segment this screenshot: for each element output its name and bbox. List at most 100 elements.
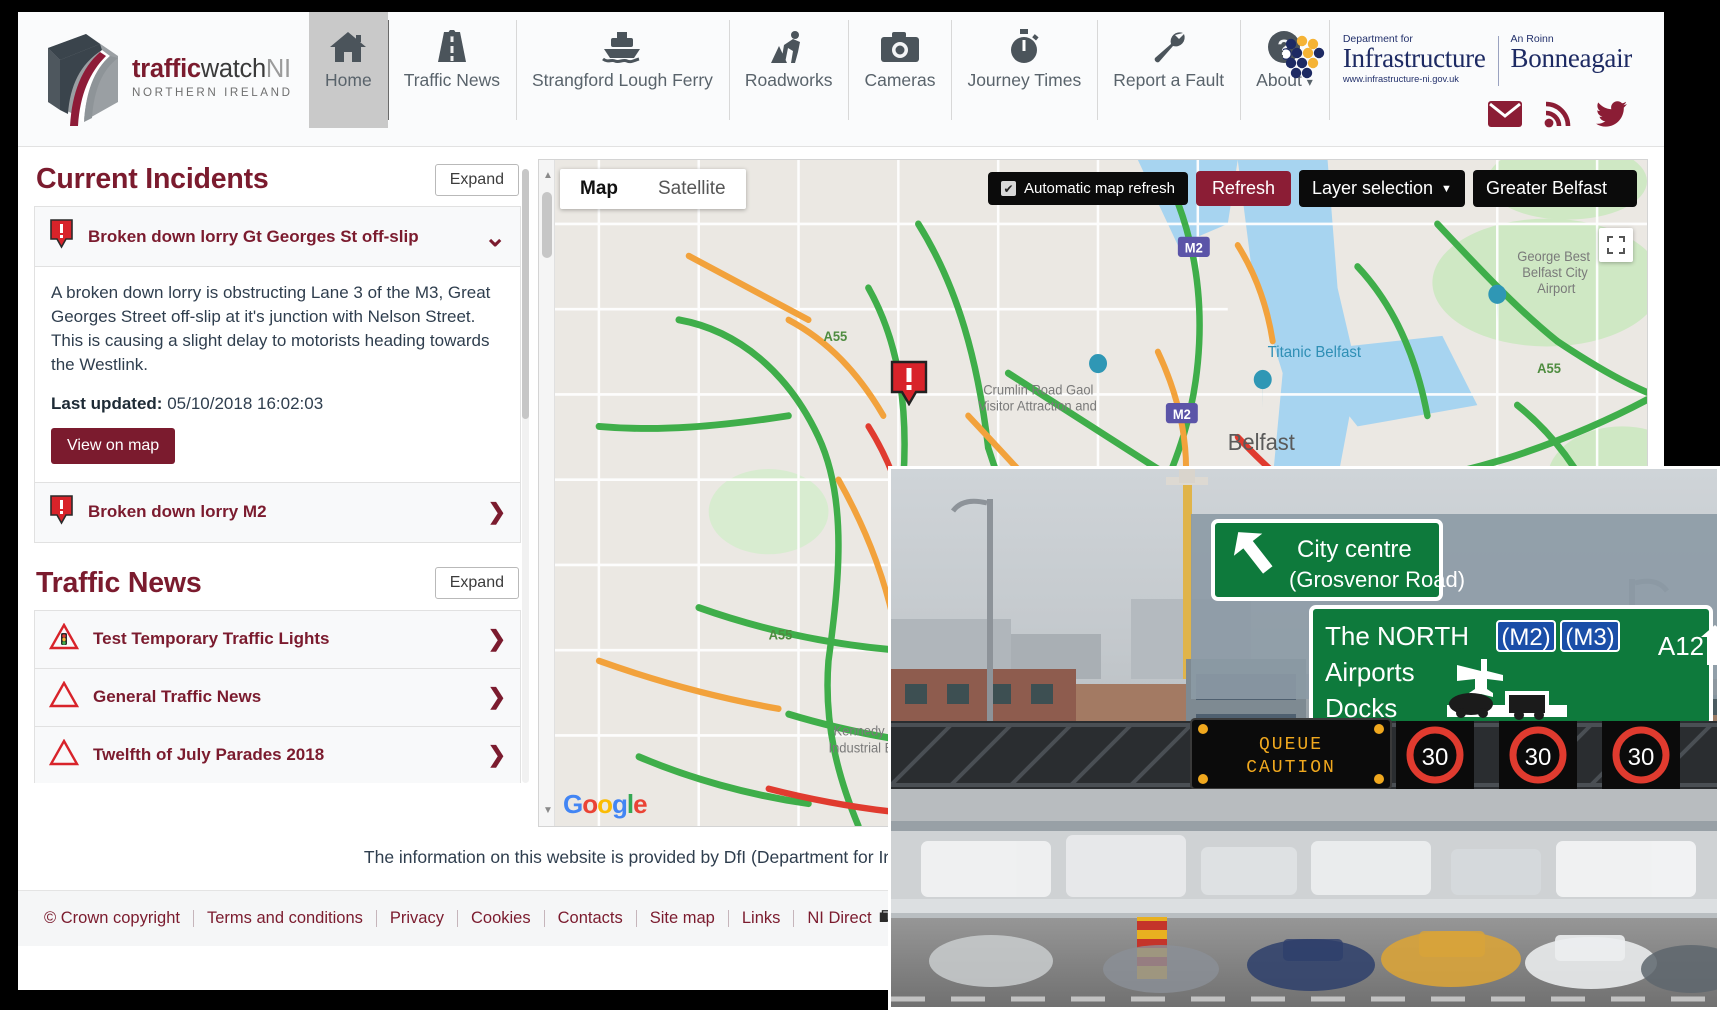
svg-text:Belfast: Belfast: [1228, 428, 1296, 455]
footer-link-crown-copyright[interactable]: © Crown copyright: [44, 909, 193, 928]
expand-news-button[interactable]: Expand: [434, 567, 519, 599]
current-incidents-header: Current Incidents Expand: [34, 159, 521, 206]
svg-text:Titanic Belfast: Titanic Belfast: [1268, 344, 1362, 362]
news-header-0[interactable]: Test Temporary Traffic Lights ❯: [35, 610, 520, 668]
svg-text:A55: A55: [769, 627, 793, 642]
svg-text:(M3): (M3): [1565, 624, 1614, 651]
view-on-map-button[interactable]: View on map: [51, 427, 176, 464]
roadworks-icon: [769, 26, 809, 68]
footer-link-links[interactable]: Links: [729, 909, 794, 928]
scrollbar-thumb[interactable]: [522, 169, 529, 419]
home-icon: [329, 26, 367, 68]
nav-item-roadworks[interactable]: Roadworks: [728, 12, 849, 128]
svg-text:A55: A55: [823, 329, 847, 344]
svg-text:Airport: Airport: [1537, 281, 1575, 296]
svg-text:Visitor Attraction and: Visitor Attraction and: [978, 398, 1097, 413]
twitter-icon[interactable]: [1596, 100, 1628, 133]
chevron-right-icon[interactable]: ❯: [488, 744, 506, 766]
checkbox-checked-icon[interactable]: ✔: [1001, 181, 1017, 196]
site-logo[interactable]: trafficwatchNI NORTHERN IRELAND: [18, 12, 303, 126]
footer-link-site-map[interactable]: Site map: [637, 909, 728, 928]
news-header-2[interactable]: Twelfth of July Parades 2018 ❯: [35, 726, 520, 783]
map-type-toggle: Map Satellite: [560, 169, 746, 209]
incident-item-1: Broken down lorry M2 ❯: [34, 481, 521, 543]
map-type-map[interactable]: Map: [560, 169, 638, 209]
left-panel-scrollbar[interactable]: [522, 169, 529, 783]
scroll-down-icon[interactable]: ▼: [543, 805, 553, 816]
email-icon[interactable]: [1488, 101, 1522, 132]
chevron-down-icon[interactable]: ⌄: [484, 224, 506, 250]
dfi-irish-name: Bonneagair: [1510, 42, 1633, 73]
incident-title-1: Broken down lorry M2: [88, 502, 267, 521]
incident-header-1[interactable]: Broken down lorry M2 ❯: [35, 482, 520, 542]
automatic-map-refresh-toggle[interactable]: ✔ Automatic map refresh: [988, 172, 1188, 205]
incident-title-0: Broken down lorry Gt Georges St off-slip: [88, 226, 419, 246]
layer-selection-label: Layer selection: [1311, 178, 1434, 198]
fullscreen-button[interactable]: [1599, 228, 1633, 262]
news-item-1: General Traffic News ❯: [34, 667, 521, 727]
map-scroll-rail[interactable]: ▲ ▼: [539, 160, 555, 826]
traffic-news-header: Traffic News Expand: [34, 563, 521, 610]
logo-word-traffic: traffic: [132, 55, 201, 84]
chevron-right-icon[interactable]: ❯: [488, 686, 506, 708]
incident-header-0[interactable]: Broken down lorry Gt Georges St off-slip…: [35, 207, 520, 267]
footer-link-cookies[interactable]: Cookies: [458, 909, 544, 928]
dfi-website-url: www.infrastructure-ni.gov.uk: [1342, 73, 1459, 84]
fullscreen-icon: [1607, 236, 1625, 254]
rss-icon[interactable]: [1544, 100, 1574, 133]
layer-selection-dropdown[interactable]: Layer selection ▼: [1298, 170, 1465, 207]
nav-item-journey-times[interactable]: Journey Times: [951, 12, 1097, 128]
nav-label-roadworks: Roadworks: [744, 70, 833, 90]
map-incident-marker[interactable]: [889, 360, 929, 411]
dfi-divider: [1497, 36, 1499, 86]
news-item-2: Twelfth of July Parades 2018 ❯: [34, 725, 521, 783]
speed-limit-signs: 30 30 30: [1396, 721, 1680, 789]
current-incidents-title: Current Incidents: [36, 163, 269, 195]
footer-link-privacy[interactable]: Privacy: [377, 909, 457, 928]
chevron-down-icon: ▼: [1441, 182, 1452, 195]
scroll-up-icon[interactable]: ▲: [543, 170, 553, 181]
traffic-light-warning-icon: [48, 622, 80, 656]
svg-text:M2: M2: [1185, 240, 1203, 255]
svg-text:(Grosvenor Road): (Grosvenor Road): [1289, 567, 1465, 592]
nav-item-strangford-lough-ferry[interactable]: Strangford Lough Ferry: [515, 12, 729, 128]
news-header-1[interactable]: General Traffic News ❯: [35, 668, 520, 726]
nav-label-cameras: Cameras: [864, 70, 936, 90]
map-type-satellite[interactable]: Satellite: [638, 169, 746, 209]
news-title-0: Test Temporary Traffic Lights: [93, 629, 330, 648]
nav-item-traffic-news[interactable]: Traffic News: [387, 12, 516, 128]
left-panel: Current Incidents Expand Broken down lor…: [34, 159, 529, 827]
nav-item-cameras[interactable]: Cameras: [848, 12, 951, 128]
wrench-icon: [1150, 26, 1188, 68]
svg-text:(M2): (M2): [1501, 624, 1550, 651]
social-links: [1488, 100, 1628, 133]
nav-label-strangford-lough-ferry: Strangford Lough Ferry: [531, 70, 713, 90]
dfi-department-name: Infrastructure: [1342, 42, 1486, 73]
svg-text:The NORTH: The NORTH: [1325, 621, 1469, 651]
news-item-0: Test Temporary Traffic Lights ❯: [34, 609, 521, 669]
nav-item-report-a-fault[interactable]: Report a Fault: [1097, 12, 1240, 128]
footer-link-terms-and-conditions[interactable]: Terms and conditions: [194, 909, 376, 928]
expand-incidents-button[interactable]: Expand: [434, 163, 519, 196]
svg-text:M2: M2: [1173, 407, 1191, 422]
trafficwatch-logo-icon: [48, 34, 118, 126]
warning-triangle-icon: [48, 680, 80, 714]
footer-link-contacts[interactable]: Contacts: [545, 909, 636, 928]
main-navigation: Home Traffic News Strangford Lough Ferry…: [309, 12, 1330, 128]
svg-text:A12: A12: [1658, 631, 1704, 661]
svg-text:QUEUE: QUEUE: [1259, 735, 1323, 755]
map-controls: ✔ Automatic map refresh Refresh Layer se…: [988, 170, 1637, 207]
nav-label-report-a-fault: Report a Fault: [1113, 70, 1225, 90]
nav-item-home[interactable]: Home: [309, 12, 388, 128]
incident-body-0: A broken down lorry is obstructing Lane …: [35, 267, 520, 482]
svg-text:30: 30: [1628, 744, 1655, 771]
region-dropdown[interactable]: Greater Belfast: [1472, 170, 1637, 207]
chevron-right-icon[interactable]: ❯: [488, 628, 506, 650]
map-scroll-thumb[interactable]: [542, 192, 552, 258]
sign-the-north: The NORTH (M2) (M3) Airports Docks A12: [1309, 605, 1717, 727]
ferry-icon: [601, 26, 643, 68]
incident-marker-icon: [49, 219, 74, 254]
chevron-right-icon[interactable]: ❯: [488, 501, 506, 523]
refresh-button[interactable]: Refresh: [1195, 171, 1291, 206]
